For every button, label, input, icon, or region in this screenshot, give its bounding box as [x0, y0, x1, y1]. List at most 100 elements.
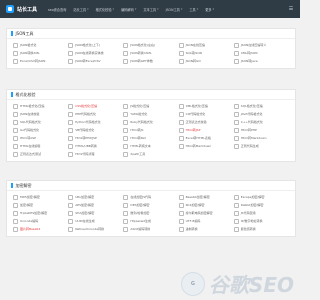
tool-icon: [68, 103, 74, 109]
tool-link[interactable]: JSON在线转换实体类: [68, 49, 123, 57]
tool-link[interactable]: Unicode编码: [13, 217, 68, 225]
tool-link[interactable]: 加密/解密: [13, 201, 68, 209]
nav-item[interactable]: 更多 ▾: [205, 7, 214, 12]
tool-link[interactable]: 正则代码生成: [233, 142, 289, 150]
tool-link[interactable]: Html转ASP: [13, 134, 68, 142]
tool-link[interactable]: HTML在线编辑: [13, 142, 68, 150]
tool-link[interactable]: UUID在线生成: [68, 217, 123, 225]
tool-link[interactable]: UTF-8编码: [178, 217, 234, 225]
tool-link[interactable]: VB代码格式化: [68, 126, 123, 134]
tool-link[interactable]: AES加密/解密: [68, 201, 123, 209]
tool-link-label: JSON格式化: [20, 43, 37, 47]
tool-link[interactable]: 散列/哈希加密: [123, 209, 178, 217]
tool-link[interactable]: JSON格式化: [13, 41, 68, 49]
tool-link[interactable]: JSON在线校验: [13, 110, 68, 118]
tool-link[interactable]: 颜色值转换: [233, 225, 289, 233]
tool-link[interactable]: Html转Perl: [123, 134, 178, 142]
tool-link[interactable]: Native/Unicode转换: [68, 225, 123, 233]
tool-link[interactable]: DES加密/解密: [123, 201, 178, 209]
tool-link[interactable]: Html转PHP/JSP: [68, 134, 123, 142]
tool-link[interactable]: JSON在线压缩转义: [233, 41, 289, 49]
tool-link[interactable]: SQL转JSON: [178, 49, 234, 57]
tool-link[interactable]: Excel转HTML表格: [178, 134, 234, 142]
tool-link[interactable]: TripleDES加密/解密: [13, 209, 68, 217]
tool-link[interactable]: JSON转GET参数: [123, 57, 178, 65]
tool-icon: [68, 50, 74, 56]
tool-link[interactable]: JSON转Excel/CSV: [68, 57, 123, 65]
tool-link[interactable]: Htpasswd生成: [123, 217, 178, 225]
tool-link[interactable]: Base64加密/解密: [178, 193, 234, 201]
tool-icon: [233, 218, 239, 224]
tool-link[interactable]: SHA加密/解密: [68, 209, 123, 217]
tool-link-label: MD5加密/解密: [20, 195, 40, 199]
nav-item[interactable]: 文本工具 ▾: [143, 7, 158, 12]
tool-link-label: TripleDES加密/解密: [20, 211, 48, 215]
tool-link[interactable]: JSON转Java: [233, 57, 289, 65]
tool-link[interactable]: JSON格式化(左右): [123, 41, 178, 49]
tool-link[interactable]: XML转JSON: [233, 49, 289, 57]
tool-icon: [13, 103, 18, 109]
nav-item[interactable]: seo综合查询: [48, 7, 66, 12]
tool-link[interactable]: 图片转Base64: [13, 225, 68, 233]
tool-link[interactable]: Html转PHP: [233, 126, 289, 134]
tool-link[interactable]: JSON在线压缩: [178, 41, 234, 49]
tool-link[interactable]: SQL格式化/压缩: [233, 102, 289, 110]
tool-link[interactable]: Xpath工具: [123, 150, 178, 158]
tool-link[interactable]: JAVA代码格式化: [233, 110, 289, 118]
tool-link[interactable]: Python代码格式化: [68, 118, 123, 126]
nav-item[interactable]: 工具 ▾: [189, 7, 198, 12]
chevron-down-icon: ▾: [212, 7, 215, 11]
tool-icon: [178, 127, 184, 133]
tool-link[interactable]: JSON格式化(上下): [68, 41, 123, 49]
tool-link-label: Html转ASP: [20, 136, 36, 140]
tool-link[interactable]: JS格式化/压缩: [123, 102, 178, 110]
tool-link[interactable]: HTML/UBB转换: [68, 142, 123, 150]
tool-link-label: YAML格式化: [130, 112, 148, 116]
tool-link[interactable]: 在线加密JS代码: [123, 193, 178, 201]
tool-link[interactable]: Html代码清理: [68, 150, 123, 158]
tool-link[interactable]: HTML格式化/压缩: [13, 102, 68, 110]
tool-link[interactable]: JSON转换YAML: [123, 49, 178, 57]
tool-icon: [123, 42, 129, 48]
tool-link[interactable]: Excel/CSV转JSON: [13, 57, 68, 65]
tool-link[interactable]: Html转Markdown: [233, 134, 289, 142]
tool-link[interactable]: Go代码格式化: [13, 126, 68, 134]
menu-icon[interactable]: ☰: [288, 6, 294, 12]
nav-item[interactable]: 格式化校验 ▾: [96, 7, 114, 12]
tool-link[interactable]: Ruby代码格式化: [123, 118, 178, 126]
tool-link[interactable]: URL加密/解密: [68, 193, 123, 201]
tool-link[interactable]: JS代码混淆: [233, 209, 289, 217]
tool-link[interactable]: JSON转换XML: [13, 49, 68, 57]
tool-link[interactable]: IP/数字地址转换: [233, 217, 289, 225]
tool-link[interactable]: HTML转纯文本: [123, 142, 178, 150]
tool-link[interactable]: C#代码格式化: [178, 110, 234, 118]
nav-item[interactable]: JSON工具 ▾: [166, 7, 183, 12]
tool-link[interactable]: Escape加密/解密: [233, 193, 289, 201]
tool-link[interactable]: PHP代码格式化: [68, 110, 123, 118]
tool-link[interactable]: 进制转换: [178, 225, 234, 233]
tool-link-label: Html代码清理: [75, 152, 95, 156]
tool-link[interactable]: Html转JSP: [178, 126, 234, 134]
tool-link[interactable]: ASCII编码转换: [123, 225, 178, 233]
tool-icon: [178, 143, 184, 149]
nav-item-label: 工具: [189, 7, 196, 12]
tool-link[interactable]: JSON转GO: [178, 57, 234, 65]
site-logo[interactable]: 站长工具: [6, 5, 37, 13]
tool-link[interactable]: CSS格式化/压缩: [68, 102, 123, 110]
tool-link[interactable]: 正则表达式校验: [178, 118, 234, 126]
tool-icon: [233, 103, 239, 109]
tool-link[interactable]: SQL代码格式化: [13, 118, 68, 126]
tool-link[interactable]: C++代码格式化: [233, 118, 289, 126]
nav-item[interactable]: 站长工具 ▾: [73, 7, 88, 12]
tool-link[interactable]: 正则表达式测试: [13, 150, 68, 158]
tool-link[interactable]: YAML格式化: [123, 110, 178, 118]
tool-link[interactable]: RC4加密/解密: [178, 201, 234, 209]
nav-item[interactable]: 编码解码 ▾: [121, 7, 136, 12]
tool-link[interactable]: 摩尔斯电码加密解密: [178, 209, 234, 217]
tool-link[interactable]: MD5加密/解密: [13, 193, 68, 201]
tool-link[interactable]: Html转JS: [123, 126, 178, 134]
tool-link[interactable]: Rabbit加密/解密: [233, 201, 289, 209]
tool-link[interactable]: Html转Markdown: [178, 142, 234, 150]
tool-link[interactable]: XML格式化/压缩: [178, 102, 234, 110]
tool-link-label: Excel/CSV转JSON: [20, 59, 46, 63]
